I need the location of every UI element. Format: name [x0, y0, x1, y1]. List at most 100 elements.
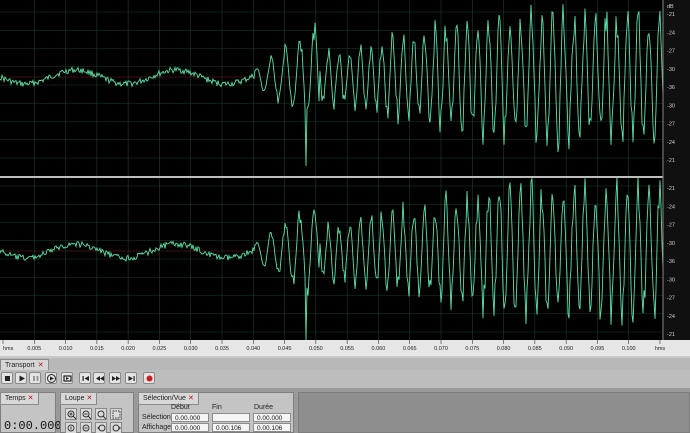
zoom-panel: Loupe ✕ [60, 392, 134, 433]
column-header-end: Fin [212, 404, 222, 411]
time-tick-label: 0.070 [434, 346, 448, 352]
transport-panel [0, 370, 690, 388]
rewind-button[interactable] [93, 372, 105, 384]
selection-view-panel: Sélection/Vue ✕ Début Fin Durée Sélection… [138, 392, 294, 433]
db-tick-label: -24 [667, 30, 675, 36]
empty-dock-area [298, 392, 690, 433]
db-tick-label: -27 [667, 223, 675, 229]
time-tick-label: 0.025 [153, 346, 167, 352]
stop-icon [5, 376, 10, 381]
db-tick-label: -24 [667, 314, 675, 320]
rewind-icon [96, 376, 104, 381]
tab-selection-view-label: Sélection/Vue [143, 395, 186, 402]
time-tick-label: 0.040 [246, 346, 260, 352]
close-icon[interactable]: ✕ [188, 395, 194, 402]
zoom-left-icon [97, 424, 106, 432]
zoom-right-button[interactable] [110, 422, 122, 433]
time-tick-label: 0.095 [591, 346, 605, 352]
play-from-cursor-button[interactable] [45, 372, 57, 384]
time-tick-label: hms [655, 346, 666, 352]
stop-button[interactable] [1, 372, 13, 384]
zoom-in-vertical-icon [67, 424, 75, 432]
go-to-start-button[interactable] [79, 372, 91, 384]
close-icon[interactable]: ✕ [28, 395, 34, 402]
time-tick-label: 0.035 [215, 346, 229, 352]
selection-start-field[interactable]: 0.00.000 [171, 413, 209, 422]
time-tick-label: 0.045 [278, 346, 292, 352]
close-icon[interactable]: ✕ [86, 395, 92, 402]
time-tick-label: hms [3, 346, 14, 352]
go-to-start-icon [82, 376, 89, 381]
view-end-field[interactable]: 0.00.106 [212, 423, 250, 432]
time-tick-label: 0.085 [528, 346, 542, 352]
time-tick-label: 0.030 [184, 346, 198, 352]
db-tick-label: -21 [667, 332, 675, 338]
db-tick-label: -30 [667, 103, 675, 109]
selection-duration-field[interactable]: 0.00.000 [253, 413, 291, 422]
tab-time-label: Temps [5, 395, 26, 402]
pause-button[interactable] [29, 372, 41, 384]
db-tick-label: -21 [667, 158, 675, 164]
time-display: 0:00.000 [4, 419, 62, 433]
db-tick-label: -30 [667, 67, 675, 73]
loop-icon [63, 375, 72, 382]
record-icon [146, 375, 153, 382]
channel-separator [0, 176, 663, 178]
waveform-display[interactable]: dB -21 -24 -27 -30 -36 -30 -27 -24 -21 -21 -24 -27 -3… [0, 0, 690, 356]
zoom-left-button[interactable] [95, 422, 107, 433]
record-button[interactable] [143, 372, 155, 384]
zoom-selection-icon [112, 410, 121, 419]
row-label-view: Affichage [142, 424, 172, 431]
db-tick-label: -27 [667, 122, 675, 128]
db-tick-label: -24 [667, 140, 675, 146]
zoom-in-vertical-button[interactable] [65, 422, 77, 433]
db-tick-label: -27 [667, 296, 675, 302]
view-start-field[interactable]: 0.00.000 [171, 423, 209, 432]
zoom-in-icon [67, 410, 77, 420]
selection-end-field[interactable] [212, 413, 250, 422]
play-from-cursor-icon [47, 374, 56, 383]
db-tick-label: -27 [667, 49, 675, 55]
time-tick-label: 0.055 [340, 346, 354, 352]
zoom-out-horizontal-button[interactable] [80, 408, 92, 420]
column-header-duration: Durée [254, 404, 274, 411]
time-tick-label: 0.065 [403, 346, 417, 352]
lower-panels: Temps ✕ 0:00.000 Loupe ✕ Sélection/Vue ✕ Dé… [0, 388, 690, 433]
view-duration-field[interactable]: 0.00.106 [253, 423, 291, 432]
db-tick-label: -30 [667, 277, 675, 283]
zoom-out-icon [82, 410, 92, 420]
time-tick-label: 0.090 [559, 346, 573, 352]
zoom-full-icon [97, 410, 107, 420]
audio-editor-window: dB -21 -24 -27 -30 -36 -30 -27 -24 -21 -21 -24 -27 -3… [0, 0, 690, 433]
tab-zoom-label: Loupe [65, 395, 85, 402]
loop-button[interactable] [61, 372, 73, 384]
transport-tabbar: Transport ✕ [0, 358, 690, 371]
db-tick-label: -36 [667, 259, 675, 265]
zoom-selection-button[interactable] [110, 408, 122, 420]
zoom-full-button[interactable] [95, 408, 107, 420]
time-tick-label: 0.005 [27, 346, 41, 352]
time-tick-label: 0.050 [309, 346, 323, 352]
go-to-end-button[interactable] [125, 372, 137, 384]
waveform-view[interactable]: dB -21 -24 -27 -30 -36 -30 -27 -24 -21 -21 -24 -27 -3… [0, 0, 690, 356]
time-tick-label: 0.075 [465, 346, 479, 352]
fast-forward-icon [112, 376, 120, 381]
close-icon[interactable]: ✕ [38, 362, 44, 369]
db-tick-label: -30 [667, 241, 675, 247]
waveform-right-channel [0, 176, 664, 341]
fast-forward-button[interactable] [109, 372, 121, 384]
column-header-start: Début [171, 404, 190, 411]
tab-time[interactable]: Temps ✕ [0, 392, 39, 405]
db-tick-label: -21 [667, 186, 675, 192]
row-label-selection: Sélection [142, 414, 171, 421]
zoom-in-horizontal-button[interactable] [65, 408, 77, 420]
zoom-out-vertical-button[interactable] [80, 422, 92, 433]
db-tick-label: -24 [667, 204, 675, 210]
time-tick-label: 0.060 [372, 346, 386, 352]
tab-zoom[interactable]: Loupe ✕ [60, 392, 98, 405]
play-icon [19, 375, 25, 382]
play-button[interactable] [15, 372, 27, 384]
time-panel: Temps ✕ 0:00.000 [0, 392, 62, 433]
zoom-right-icon [112, 424, 121, 432]
time-tick-label: 0.020 [121, 346, 135, 352]
